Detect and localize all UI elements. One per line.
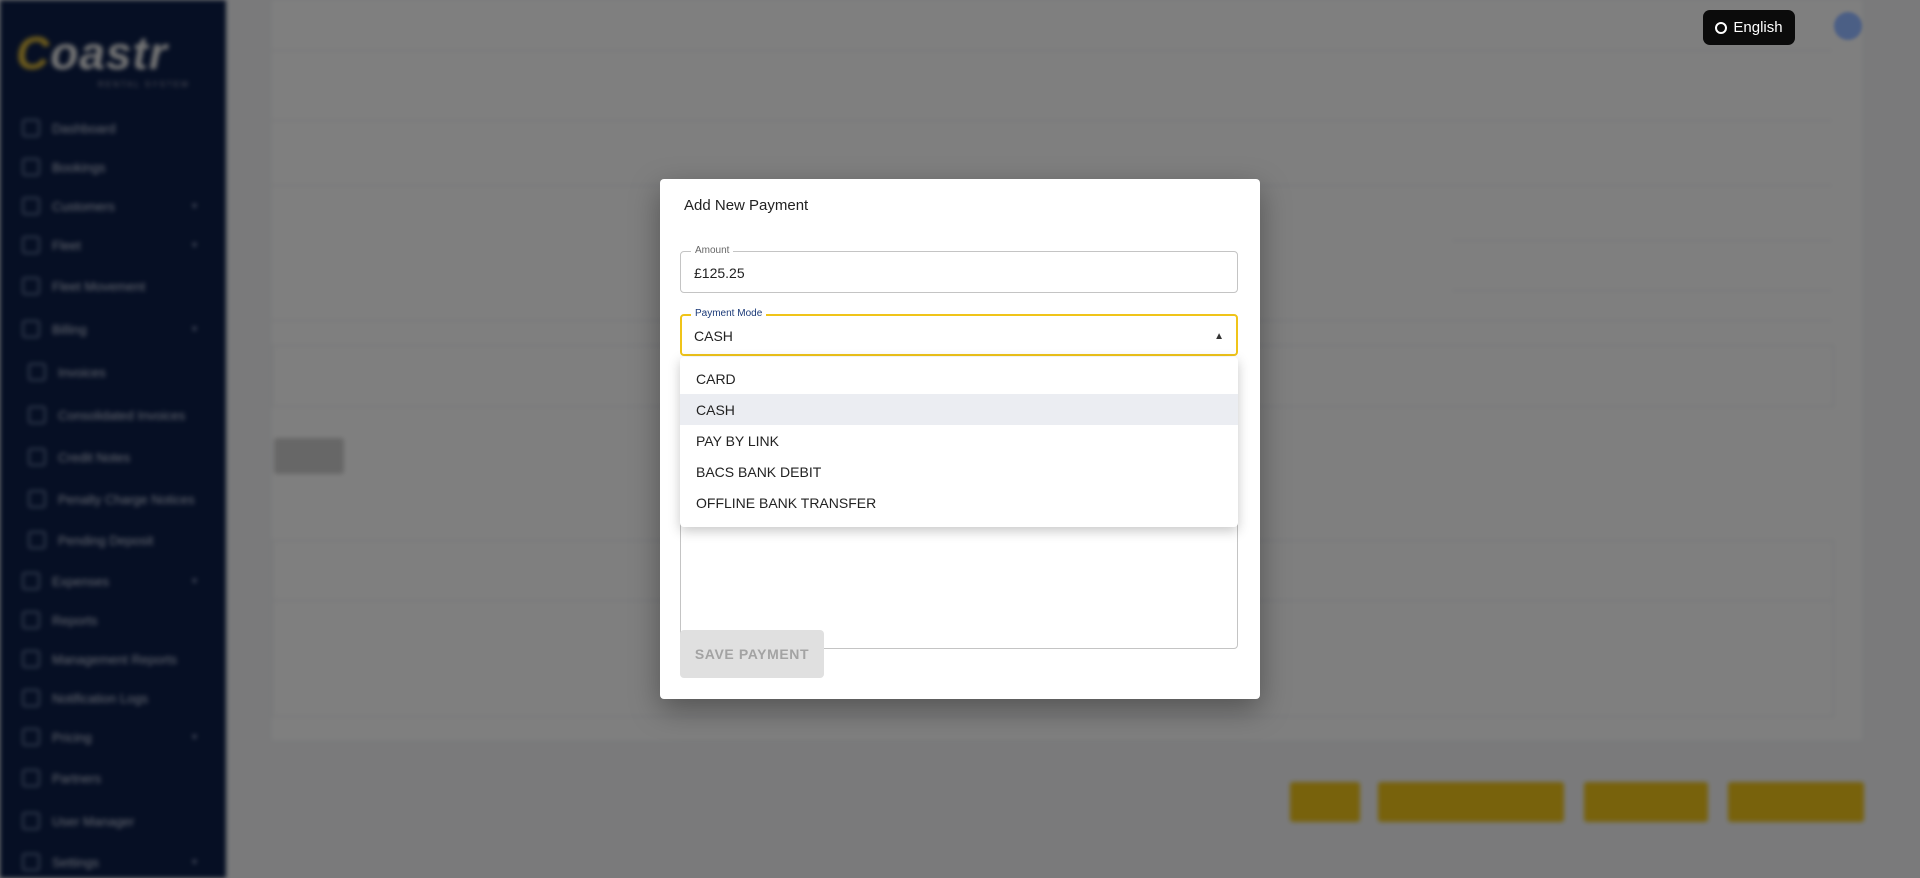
payment-mode-select[interactable]: Payment Mode CASH ▲ [680, 308, 1238, 356]
payment-mode-label: Payment Mode [691, 308, 767, 320]
amount-label: Amount [691, 245, 734, 257]
globe-icon [1715, 21, 1728, 34]
option-card[interactable]: CARD [680, 363, 1238, 394]
dialog-title: Add New Payment [684, 197, 809, 214]
payment-mode-value[interactable]: CASH [694, 328, 733, 344]
amount-value[interactable]: £125.25 [694, 265, 745, 281]
add-payment-dialog: Add New Payment Amount £125.25 Payment M… [660, 179, 1260, 699]
language-label: English [1733, 19, 1783, 36]
option-bacs-bank-debit[interactable]: BACS BANK DEBIT [680, 456, 1238, 487]
amount-field[interactable]: Amount £125.25 [680, 245, 1238, 293]
avatar[interactable] [1834, 12, 1862, 40]
option-pay-by-link[interactable]: PAY BY LINK [680, 425, 1238, 456]
option-cash[interactable]: CASH [680, 394, 1238, 425]
language-switcher[interactable]: English [1703, 10, 1795, 45]
save-payment-button[interactable]: SAVE PAYMENT [680, 630, 824, 678]
caret-up-icon[interactable]: ▲ [1214, 331, 1224, 342]
payment-mode-options: CARD CASH PAY BY LINK BACS BANK DEBIT OF… [680, 357, 1238, 527]
option-offline-bank-transfer[interactable]: OFFLINE BANK TRANSFER [680, 487, 1238, 518]
